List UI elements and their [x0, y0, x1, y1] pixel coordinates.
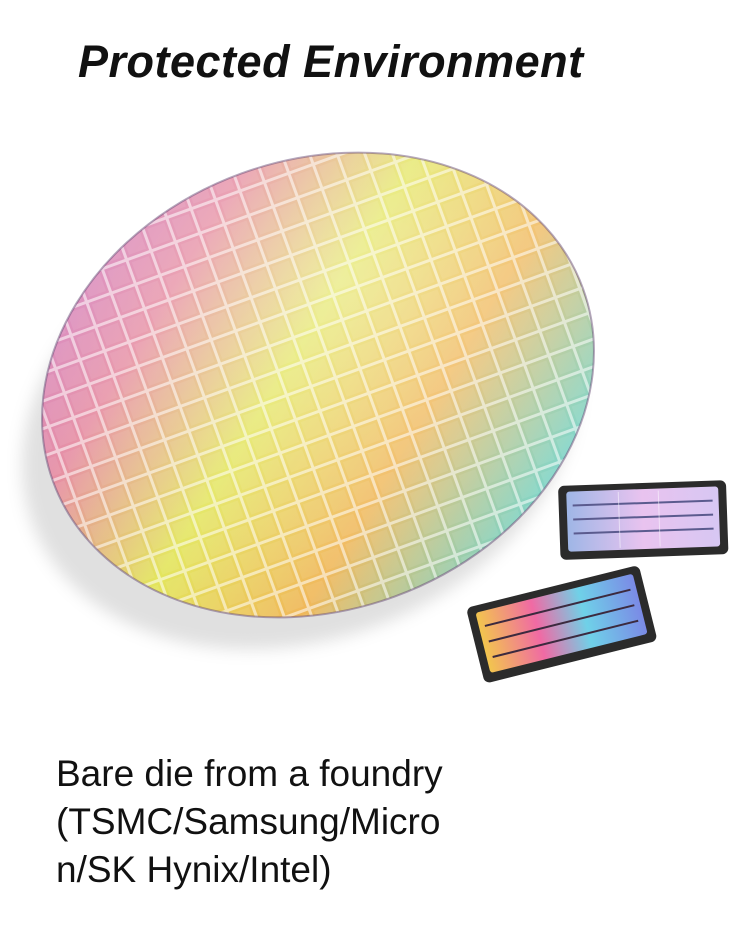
- caption-line-2: (TSMC/Samsung/Micro: [56, 801, 441, 842]
- caption: Bare die from a foundry (TSMC/Samsung/Mi…: [56, 750, 443, 894]
- caption-line-1: Bare die from a foundry: [56, 753, 443, 794]
- slide: Protected Environment Bare die from a fo…: [0, 0, 748, 942]
- bare-die-chip-1: [558, 480, 729, 560]
- caption-line-3: n/SK Hynix/Intel): [56, 849, 332, 890]
- bare-die-chip-2: [467, 566, 657, 683]
- wafer-illustration: [0, 140, 729, 693]
- slide-title: Protected Environment: [78, 36, 584, 87]
